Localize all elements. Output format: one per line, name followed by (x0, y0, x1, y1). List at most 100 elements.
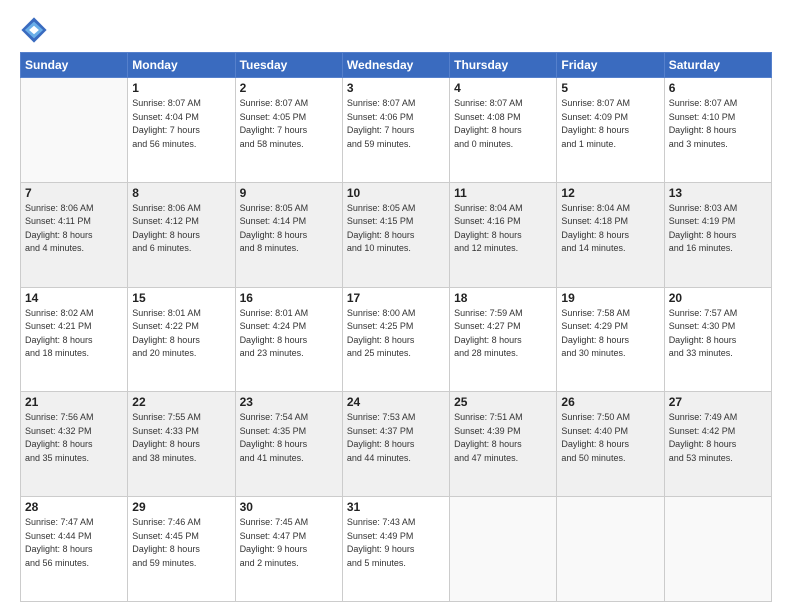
day-info: Sunrise: 8:05 AM Sunset: 4:14 PM Dayligh… (240, 202, 338, 256)
day-info: Sunrise: 7:56 AM Sunset: 4:32 PM Dayligh… (25, 411, 123, 465)
calendar-cell: 15 Sunrise: 8:01 AM Sunset: 4:22 PM Dayli… (128, 287, 235, 392)
calendar-week-5: 28Sunrise: 7:47 AM Sunset: 4:44 PM Dayli… (21, 497, 772, 602)
day-number: 19 (561, 291, 659, 305)
day-number: 24 (347, 395, 445, 409)
day-number: 15 (132, 291, 230, 305)
header (20, 16, 772, 44)
day-info: Sunrise: 8:05 AM Sunset: 4:15 PM Dayligh… (347, 202, 445, 256)
day-info: Sunrise: 8:00 AM Sunset: 4:25 PM Dayligh… (347, 307, 445, 361)
weekday-header-wednesday: Wednesday (342, 53, 449, 78)
day-number: 9 (240, 186, 338, 200)
day-info: Sunrise: 8:01 AM Sunset: 4:22 PM Dayligh… (132, 307, 230, 361)
weekday-header-sunday: Sunday (21, 53, 128, 78)
calendar-table: SundayMondayTuesdayWednesdayThursdayFrid… (20, 52, 772, 602)
calendar-cell (450, 497, 557, 602)
calendar-cell: 3 Sunrise: 8:07 AM Sunset: 4:06 PM Daylig… (342, 78, 449, 183)
day-info: Sunrise: 7:55 AM Sunset: 4:33 PM Dayligh… (132, 411, 230, 465)
day-number: 5 (561, 81, 659, 95)
calendar-cell: 5 Sunrise: 8:07 AM Sunset: 4:09 PM Daylig… (557, 78, 664, 183)
day-number: 3 (347, 81, 445, 95)
calendar-cell: 4 Sunrise: 8:07 AM Sunset: 4:08 PM Daylig… (450, 78, 557, 183)
day-number: 26 (561, 395, 659, 409)
calendar-cell: 2Sunrise: 8:07 AM Sunset: 4:05 PM Daylig… (235, 78, 342, 183)
calendar-week-4: 21 Sunrise: 7:56 AM Sunset: 4:32 PM Dayli… (21, 392, 772, 497)
calendar-cell: 27 Sunrise: 7:49 AM Sunset: 4:42 PM Dayli… (664, 392, 771, 497)
calendar-cell: 12Sunrise: 8:04 AM Sunset: 4:18 PM Dayli… (557, 182, 664, 287)
day-number: 18 (454, 291, 552, 305)
weekday-header-saturday: Saturday (664, 53, 771, 78)
calendar-cell: 17 Sunrise: 8:00 AM Sunset: 4:25 PM Dayli… (342, 287, 449, 392)
day-info: Sunrise: 7:54 AM Sunset: 4:35 PM Dayligh… (240, 411, 338, 465)
logo (20, 16, 50, 44)
day-info: Sunrise: 8:07 AM Sunset: 4:06 PM Dayligh… (347, 97, 445, 151)
day-info: Sunrise: 8:07 AM Sunset: 4:08 PM Dayligh… (454, 97, 552, 151)
calendar-cell: 30Sunrise: 7:45 AM Sunset: 4:47 PM Dayli… (235, 497, 342, 602)
day-number: 23 (240, 395, 338, 409)
calendar-week-3: 14Sunrise: 8:02 AM Sunset: 4:21 PM Dayli… (21, 287, 772, 392)
day-number: 8 (132, 186, 230, 200)
day-number: 29 (132, 500, 230, 514)
day-number: 1 (132, 81, 230, 95)
calendar-cell: 26Sunrise: 7:50 AM Sunset: 4:40 PM Dayli… (557, 392, 664, 497)
day-number: 20 (669, 291, 767, 305)
day-number: 6 (669, 81, 767, 95)
day-number: 28 (25, 500, 123, 514)
day-info: Sunrise: 8:01 AM Sunset: 4:24 PM Dayligh… (240, 307, 338, 361)
day-number: 4 (454, 81, 552, 95)
day-info: Sunrise: 8:03 AM Sunset: 4:19 PM Dayligh… (669, 202, 767, 256)
day-info: Sunrise: 7:58 AM Sunset: 4:29 PM Dayligh… (561, 307, 659, 361)
calendar-cell (557, 497, 664, 602)
day-number: 25 (454, 395, 552, 409)
day-info: Sunrise: 8:07 AM Sunset: 4:10 PM Dayligh… (669, 97, 767, 151)
day-info: Sunrise: 7:59 AM Sunset: 4:27 PM Dayligh… (454, 307, 552, 361)
day-number: 17 (347, 291, 445, 305)
day-info: Sunrise: 8:04 AM Sunset: 4:16 PM Dayligh… (454, 202, 552, 256)
day-info: Sunrise: 7:51 AM Sunset: 4:39 PM Dayligh… (454, 411, 552, 465)
calendar-cell: 11 Sunrise: 8:04 AM Sunset: 4:16 PM Dayli… (450, 182, 557, 287)
calendar-cell: 7Sunrise: 8:06 AM Sunset: 4:11 PM Daylig… (21, 182, 128, 287)
day-info: Sunrise: 8:07 AM Sunset: 4:04 PM Dayligh… (132, 97, 230, 151)
weekday-header-row: SundayMondayTuesdayWednesdayThursdayFrid… (21, 53, 772, 78)
day-number: 27 (669, 395, 767, 409)
calendar-cell: 20 Sunrise: 7:57 AM Sunset: 4:30 PM Dayli… (664, 287, 771, 392)
calendar-cell: 28Sunrise: 7:47 AM Sunset: 4:44 PM Dayli… (21, 497, 128, 602)
day-info: Sunrise: 7:45 AM Sunset: 4:47 PM Dayligh… (240, 516, 338, 570)
calendar-cell: 1 Sunrise: 8:07 AM Sunset: 4:04 PM Daylig… (128, 78, 235, 183)
day-info: Sunrise: 7:43 AM Sunset: 4:49 PM Dayligh… (347, 516, 445, 570)
calendar-cell: 14Sunrise: 8:02 AM Sunset: 4:21 PM Dayli… (21, 287, 128, 392)
calendar-cell: 16Sunrise: 8:01 AM Sunset: 4:24 PM Dayli… (235, 287, 342, 392)
day-info: Sunrise: 7:53 AM Sunset: 4:37 PM Dayligh… (347, 411, 445, 465)
calendar-cell: 6 Sunrise: 8:07 AM Sunset: 4:10 PM Daylig… (664, 78, 771, 183)
weekday-header-monday: Monday (128, 53, 235, 78)
day-info: Sunrise: 8:07 AM Sunset: 4:05 PM Dayligh… (240, 97, 338, 151)
weekday-header-friday: Friday (557, 53, 664, 78)
calendar-cell: 21 Sunrise: 7:56 AM Sunset: 4:32 PM Dayli… (21, 392, 128, 497)
calendar-cell: 29 Sunrise: 7:46 AM Sunset: 4:45 PM Dayli… (128, 497, 235, 602)
day-number: 31 (347, 500, 445, 514)
day-number: 22 (132, 395, 230, 409)
calendar-cell: 9 Sunrise: 8:05 AM Sunset: 4:14 PM Daylig… (235, 182, 342, 287)
weekday-header-tuesday: Tuesday (235, 53, 342, 78)
calendar-cell: 22 Sunrise: 7:55 AM Sunset: 4:33 PM Dayli… (128, 392, 235, 497)
logo-icon (20, 16, 48, 44)
page: SundayMondayTuesdayWednesdayThursdayFrid… (0, 0, 792, 612)
calendar-cell: 23 Sunrise: 7:54 AM Sunset: 4:35 PM Dayli… (235, 392, 342, 497)
calendar-cell (21, 78, 128, 183)
calendar-cell: 10 Sunrise: 8:05 AM Sunset: 4:15 PM Dayli… (342, 182, 449, 287)
day-number: 21 (25, 395, 123, 409)
day-info: Sunrise: 7:49 AM Sunset: 4:42 PM Dayligh… (669, 411, 767, 465)
day-info: Sunrise: 7:46 AM Sunset: 4:45 PM Dayligh… (132, 516, 230, 570)
day-number: 7 (25, 186, 123, 200)
day-number: 10 (347, 186, 445, 200)
day-number: 13 (669, 186, 767, 200)
calendar-cell: 18 Sunrise: 7:59 AM Sunset: 4:27 PM Dayli… (450, 287, 557, 392)
day-info: Sunrise: 7:57 AM Sunset: 4:30 PM Dayligh… (669, 307, 767, 361)
day-info: Sunrise: 8:02 AM Sunset: 4:21 PM Dayligh… (25, 307, 123, 361)
calendar-cell: 19 Sunrise: 7:58 AM Sunset: 4:29 PM Dayli… (557, 287, 664, 392)
day-number: 11 (454, 186, 552, 200)
calendar-week-2: 7Sunrise: 8:06 AM Sunset: 4:11 PM Daylig… (21, 182, 772, 287)
day-info: Sunrise: 8:06 AM Sunset: 4:12 PM Dayligh… (132, 202, 230, 256)
calendar-cell: 8 Sunrise: 8:06 AM Sunset: 4:12 PM Daylig… (128, 182, 235, 287)
day-info: Sunrise: 8:07 AM Sunset: 4:09 PM Dayligh… (561, 97, 659, 151)
calendar-cell: 25 Sunrise: 7:51 AM Sunset: 4:39 PM Dayli… (450, 392, 557, 497)
